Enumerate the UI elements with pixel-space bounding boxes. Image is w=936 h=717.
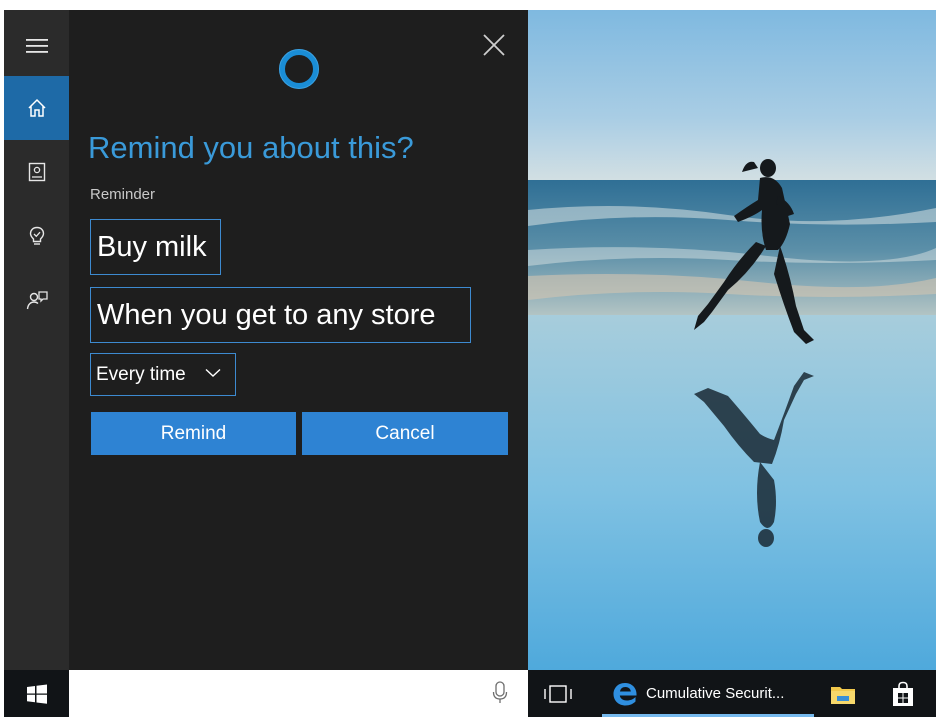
hamburger-menu-button[interactable] bbox=[4, 14, 69, 78]
cortana-nav-rail bbox=[4, 10, 69, 670]
close-icon bbox=[483, 34, 505, 56]
feedback-icon bbox=[26, 291, 48, 310]
reminder-section-label: Reminder bbox=[90, 186, 156, 203]
home-icon bbox=[27, 98, 46, 117]
close-button[interactable] bbox=[481, 32, 507, 58]
lightbulb-icon bbox=[29, 226, 44, 245]
menu-icon bbox=[25, 39, 48, 53]
beach-runner-image bbox=[528, 10, 936, 670]
reminder-title-value: Buy milk bbox=[97, 230, 207, 263]
store-icon bbox=[893, 681, 913, 706]
notebook-icon bbox=[28, 162, 45, 182]
cortana-search-box[interactable] bbox=[69, 670, 528, 717]
task-view-icon bbox=[544, 685, 572, 703]
taskbar: Cumulative Securit... bbox=[4, 670, 936, 717]
nav-notebook-button[interactable] bbox=[4, 140, 69, 204]
dialog-heading: Remind you about this? bbox=[88, 130, 414, 165]
reminder-title-field[interactable]: Buy milk bbox=[90, 219, 221, 275]
task-view-button[interactable] bbox=[538, 678, 578, 710]
start-button[interactable] bbox=[4, 670, 69, 717]
file-explorer-icon bbox=[831, 686, 855, 704]
cortana-panel: Remind you about this? Reminder Buy milk… bbox=[4, 10, 528, 670]
edge-window-title: Cumulative Securit... bbox=[646, 685, 785, 702]
windows-start-icon bbox=[26, 684, 47, 704]
microphone-icon[interactable] bbox=[492, 681, 508, 705]
reminder-trigger-value: When you get to any store bbox=[97, 298, 436, 331]
nav-home-button[interactable] bbox=[4, 76, 69, 140]
desktop-wallpaper bbox=[528, 10, 936, 670]
cortana-logo bbox=[279, 49, 319, 89]
remind-button[interactable]: Remind bbox=[91, 412, 296, 455]
nav-reminders-button[interactable] bbox=[4, 204, 69, 268]
reminder-trigger-field[interactable]: When you get to any store bbox=[90, 287, 471, 343]
repeat-dropdown[interactable]: Every time bbox=[90, 353, 236, 396]
edge-taskbar-button[interactable]: Cumulative Securit... bbox=[602, 670, 814, 717]
nav-feedback-button[interactable] bbox=[4, 268, 69, 332]
desktop-screen: Remind you about this? Reminder Buy milk… bbox=[4, 10, 936, 717]
cancel-button[interactable]: Cancel bbox=[302, 412, 508, 455]
edge-icon bbox=[613, 682, 637, 705]
repeat-selected-value: Every time bbox=[96, 363, 186, 385]
chevron-down-icon bbox=[205, 368, 221, 377]
file-explorer-button[interactable] bbox=[818, 670, 868, 717]
store-button[interactable] bbox=[878, 670, 928, 717]
